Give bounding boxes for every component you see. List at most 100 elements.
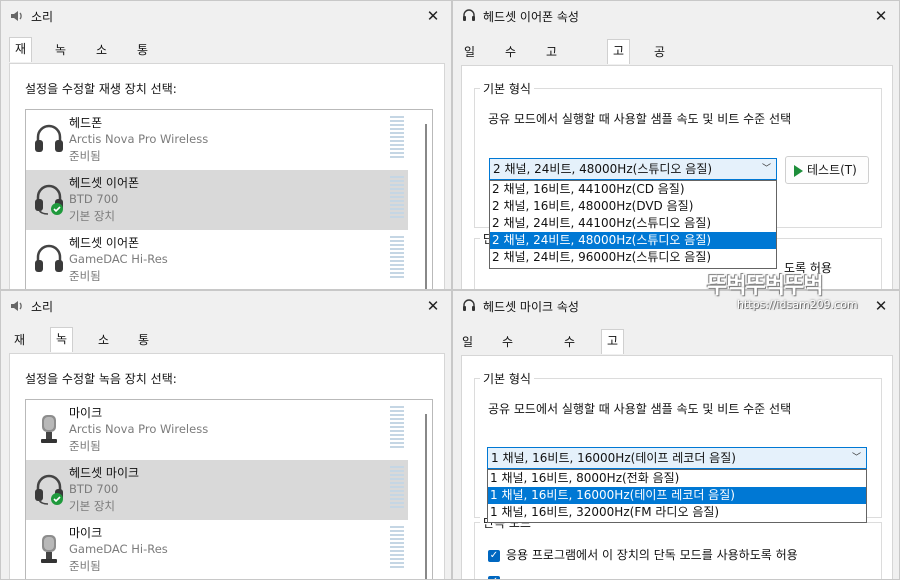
tab-advanced[interactable]: 고급 xyxy=(607,39,631,80)
device-model: GameDAC Hi-Res xyxy=(69,542,168,556)
chevron-down-icon: ﹀ xyxy=(851,453,861,463)
tab-playback[interactable]: 재생 xyxy=(9,37,33,78)
tab-levels[interactable]: 수준 xyxy=(559,331,580,371)
level-meter xyxy=(390,116,404,160)
device-name: 헤드셋 마이크 xyxy=(69,466,140,480)
device-list[interactable]: 헤드폰 Arctis Nova Pro Wireless 준비됨 헤드셋 이어폰… xyxy=(25,109,433,289)
play-icon xyxy=(794,164,803,177)
device-status: 기본 장치 xyxy=(69,499,115,513)
format-select-value: 2 채널, 24비트, 48000Hz(스튜디오 음질) xyxy=(493,162,713,176)
tab-sounds[interactable]: 소리 xyxy=(91,39,112,79)
speaker-icon xyxy=(11,11,22,21)
device-model: BTD 700 xyxy=(69,192,119,206)
format-option[interactable]: 2 채널, 24비트, 96000Hz(스튜디오 음질) xyxy=(490,249,776,266)
close-button[interactable]: ✕ xyxy=(415,1,451,31)
level-meter xyxy=(390,236,404,280)
device-status: 기본 장치 xyxy=(69,209,115,223)
checkbox[interactable]: ✓ xyxy=(488,549,500,562)
level-meter xyxy=(390,466,404,510)
earphone-properties-window: 헤드셋 이어폰 속성 ✕ 일반 수준 고급 기능 고급 공간 음향 기본 형식 … xyxy=(452,0,900,290)
headset-icon xyxy=(463,299,475,311)
window-title: 헤드셋 마이크 속성 xyxy=(483,300,579,314)
device-name: 마이크 xyxy=(69,406,103,420)
window-title: 소리 xyxy=(31,300,54,314)
format-option[interactable]: 2 채널, 24비트, 44100Hz(스튜디오 음질) xyxy=(490,215,776,232)
format-option[interactable]: 1 채널, 16비트, 8000Hz(전화 음질) xyxy=(488,470,866,487)
device-status: 준비됨 xyxy=(69,439,101,453)
device-status: 준비됨 xyxy=(69,559,101,573)
level-meter xyxy=(390,526,404,570)
tab-general[interactable]: 일반 xyxy=(457,331,478,371)
tab-listen[interactable]: 수신 대기 xyxy=(497,331,518,415)
device-row[interactable]: 마이크 Arctis Nova Pro Wireless 준비됨 xyxy=(26,400,408,460)
device-row[interactable]: 헤드폰 Arctis Nova Pro Wireless 준비됨 xyxy=(26,110,408,170)
level-meter xyxy=(390,406,404,450)
tab-panel: 설정을 수정할 녹음 장치 선택: 마이크 Arctis Nova Pro Wi… xyxy=(9,353,445,579)
format-option-highlighted[interactable]: 1 채널, 16비트, 16000Hz(테이프 레코더 음질) xyxy=(488,487,866,504)
format-select[interactable]: 2 채널, 24비트, 48000Hz(스튜디오 음질) ﹀ xyxy=(489,158,777,180)
device-model: Arctis Nova Pro Wireless xyxy=(69,132,209,146)
device-name: 헤드폰 xyxy=(69,116,103,130)
device-model: GameDAC Hi-Res xyxy=(69,252,168,266)
format-option[interactable]: 1 채널, 16비트, 32000Hz(FM 라디오 음질) xyxy=(488,504,866,521)
scrollbar[interactable] xyxy=(425,124,427,289)
device-name: 헤드셋 이어폰 xyxy=(69,236,140,250)
second-checkbox-row[interactable]: ✓ xyxy=(488,574,506,579)
format-dropdown[interactable]: 2 채널, 16비트, 44100Hz(CD 음질) 2 채널, 16비트, 4… xyxy=(489,180,777,269)
window-title: 소리 xyxy=(31,10,54,24)
device-name: 마이크 xyxy=(69,526,103,540)
tab-recording[interactable]: 녹음 xyxy=(50,327,74,368)
instruction-text: 설정을 수정할 재생 장치 선택: xyxy=(25,82,177,96)
format-select[interactable]: 1 채널, 16비트, 16000Hz(테이프 레코더 음질) ﹀ xyxy=(487,447,867,469)
device-row[interactable]: 헤드셋 이어폰 GameDAC Hi-Res 준비됨 xyxy=(26,230,408,289)
level-meter xyxy=(390,176,404,220)
watermark: 뚜벅뚜벅뚜벅 https://idsam209.com xyxy=(707,268,887,318)
test-button-label: 테스트(T) xyxy=(807,163,857,177)
scrollbar[interactable] xyxy=(425,414,427,579)
group-label: 기본 형식 xyxy=(480,80,534,97)
headphones-icon xyxy=(35,244,63,272)
format-dropdown[interactable]: 1 채널, 16비트, 8000Hz(전화 음질) 1 채널, 16비트, 16… xyxy=(487,469,867,523)
format-option[interactable]: 2 채널, 16비트, 44100Hz(CD 음질) xyxy=(490,181,776,198)
microphone-icon xyxy=(41,535,57,563)
exclusive-mode-checkbox-row[interactable]: ✓ 응용 프로그램에서 이 장치의 단독 모드를 사용하도록 허용 xyxy=(488,546,798,563)
titlebar: 헤드셋 이어폰 속성 ✕ xyxy=(453,1,899,31)
tab-spatial-sound[interactable]: 공간 음향 xyxy=(649,41,670,125)
tab-general[interactable]: 일반 xyxy=(459,41,480,81)
format-option[interactable]: 2 채널, 16비트, 48000Hz(DVD 음질) xyxy=(490,198,776,215)
device-row-selected[interactable]: 헤드셋 이어폰 BTD 700 기본 장치 xyxy=(26,170,408,230)
checkbox[interactable]: ✓ xyxy=(488,575,500,579)
headset-icon xyxy=(463,9,475,21)
headset-icon xyxy=(35,474,63,505)
headset-icon xyxy=(35,184,63,215)
format-select-value: 1 채널, 16비트, 16000Hz(테이프 레코더 음질) xyxy=(491,451,736,465)
microphone-icon xyxy=(41,415,57,443)
device-status: 준비됨 xyxy=(69,269,101,283)
device-model: BTD 700 xyxy=(69,482,119,496)
tab-advanced[interactable]: 고급 xyxy=(601,329,625,370)
close-button[interactable]: ✕ xyxy=(863,1,899,31)
titlebar: 소리 ✕ xyxy=(1,291,451,321)
tab-levels[interactable]: 수준 xyxy=(500,41,521,81)
chevron-down-icon: ﹀ xyxy=(761,164,771,174)
close-button[interactable]: ✕ xyxy=(415,291,451,321)
test-button[interactable]: 테스트(T) xyxy=(785,156,869,184)
format-description: 공유 모드에서 실행할 때 사용할 샘플 속도 및 비트 수준 선택 xyxy=(488,112,792,126)
device-row-selected[interactable]: 헤드셋 마이크 BTD 700 기본 장치 xyxy=(26,460,408,520)
group-label: 기본 형식 xyxy=(480,370,534,387)
device-model: Arctis Nova Pro Wireless xyxy=(69,422,209,436)
tab-communications[interactable]: 통신 xyxy=(132,39,153,79)
mic-properties-window: 헤드셋 마이크 속성 ✕ 일반 수신 대기 수준 고급 기본 형식 공유 모드에… xyxy=(452,290,900,580)
tab-recording[interactable]: 녹음 xyxy=(50,39,71,79)
tab-sounds[interactable]: 소리 xyxy=(93,329,114,369)
format-option-highlighted[interactable]: 2 채널, 24비트, 48000Hz(스튜디오 음질) xyxy=(490,232,776,249)
tab-communications[interactable]: 통신 xyxy=(133,329,154,369)
instruction-text: 설정을 수정할 녹음 장치 선택: xyxy=(25,372,177,386)
device-list[interactable]: 마이크 Arctis Nova Pro Wireless 준비됨 헤드셋 마이크… xyxy=(25,399,433,579)
window-title: 헤드셋 이어폰 속성 xyxy=(483,10,579,24)
tab-enhancements[interactable]: 고급 기능 xyxy=(541,41,562,125)
sound-playback-window: 소리 ✕ 재생 녹음 소리 통신 설정을 수정할 재생 장치 선택: 헤드폰 A… xyxy=(0,0,452,290)
tab-playback[interactable]: 재생 xyxy=(9,329,30,369)
headphones-icon xyxy=(35,124,63,152)
device-row[interactable]: 마이크 GameDAC Hi-Res 준비됨 xyxy=(26,520,408,579)
